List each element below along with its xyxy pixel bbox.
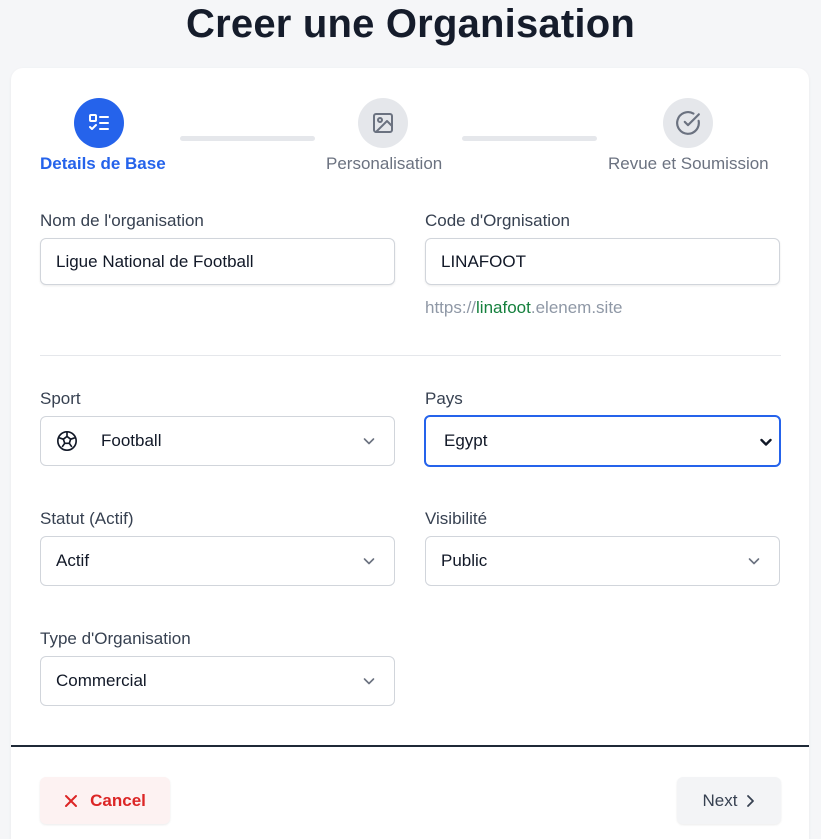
status-label: Statut (Actif)	[40, 509, 134, 528]
url-slug: linafoot	[476, 298, 531, 317]
chevron-down-icon	[363, 678, 375, 685]
country-select[interactable]: Egypt	[424, 415, 781, 467]
chevron-down-icon	[748, 558, 760, 565]
next-label: Next	[702, 790, 738, 810]
checklist-icon	[89, 114, 109, 130]
step-2-label: Personalisation	[326, 154, 443, 173]
status-value: Actif	[56, 551, 90, 570]
chevron-down-icon	[363, 558, 375, 565]
close-icon	[65, 794, 78, 807]
url-suffix: .elenem.site	[530, 298, 623, 317]
next-button[interactable]: Next	[677, 777, 781, 824]
sport-label: Sport	[40, 389, 81, 408]
visibility-value: Public	[441, 551, 488, 570]
cancel-button[interactable]: Cancel	[40, 777, 170, 824]
step-1-indicator[interactable]	[74, 98, 124, 148]
image-icon	[373, 113, 393, 133]
visibility-select[interactable]: Public	[425, 536, 780, 586]
org-code-label: Code d'Orgnisation	[425, 211, 570, 230]
country-label: Pays	[425, 389, 463, 408]
status-select[interactable]: Actif	[40, 536, 395, 586]
org-type-value: Commercial	[56, 671, 147, 690]
url-prefix: https://	[425, 298, 477, 317]
step-3-label: Revue et Soumission	[608, 154, 769, 173]
section-divider	[40, 355, 781, 356]
step-connector-1	[180, 136, 315, 141]
soccer-ball-icon	[57, 431, 77, 451]
step-3-indicator[interactable]	[663, 98, 713, 148]
chevron-right-icon	[747, 794, 755, 807]
visibility-label: Visibilité	[425, 509, 488, 528]
step-1-label: Details de Base	[40, 154, 166, 173]
chevron-down-icon	[760, 438, 772, 446]
org-type-label: Type d'Organisation	[40, 629, 191, 648]
step-2-indicator[interactable]	[358, 98, 408, 148]
sport-value: Football	[101, 431, 162, 450]
org-url-hint: https://linafoot.elenem.site	[425, 298, 623, 318]
check-circle-icon	[676, 111, 700, 135]
org-code-input[interactable]	[425, 238, 780, 285]
org-name-input[interactable]	[40, 238, 395, 285]
page-title: Creer une Organisation	[186, 2, 635, 46]
country-value: Egypt	[444, 431, 488, 450]
cancel-label: Cancel	[90, 790, 146, 810]
step-connector-2	[462, 136, 597, 141]
org-name-label: Nom de l'organisation	[40, 211, 204, 230]
org-type-select[interactable]: Commercial	[40, 656, 395, 706]
footer-divider	[11, 745, 809, 747]
chevron-down-icon	[363, 438, 375, 445]
sport-select[interactable]: Football	[40, 416, 395, 466]
